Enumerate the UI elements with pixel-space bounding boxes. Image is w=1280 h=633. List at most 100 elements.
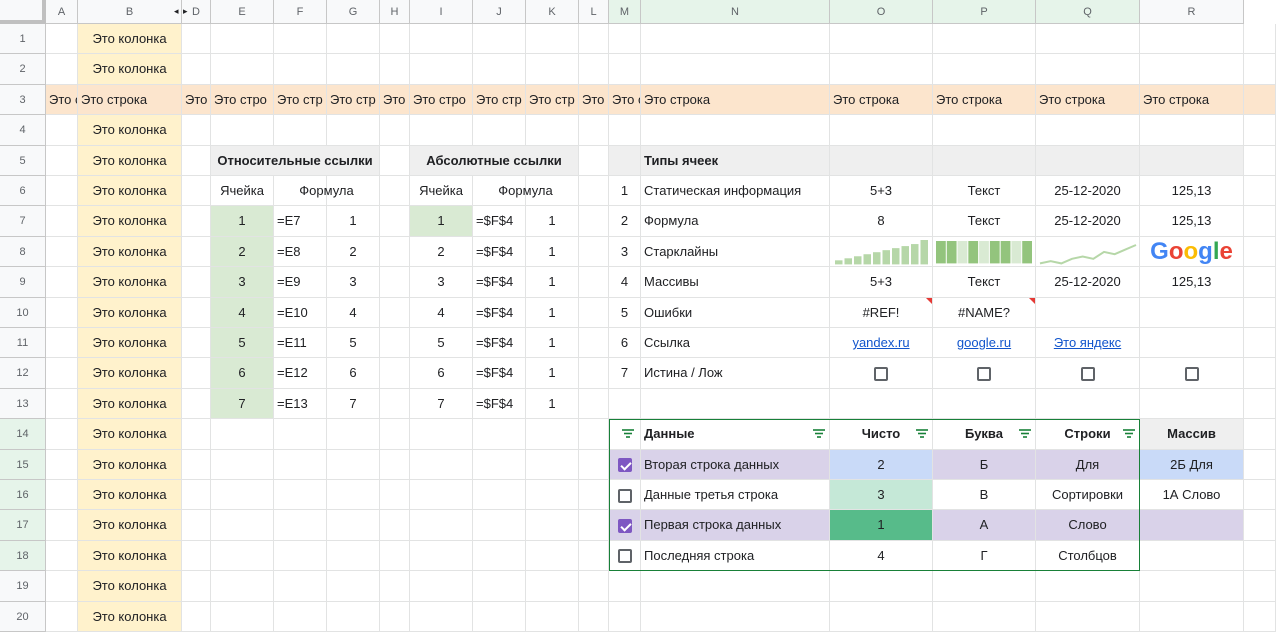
empty-cell[interactable]	[579, 176, 609, 207]
types-value[interactable]: Текст	[933, 176, 1036, 207]
empty-cell[interactable]	[327, 24, 380, 55]
empty-cell[interactable]	[410, 571, 473, 602]
empty-cell[interactable]	[327, 115, 380, 146]
empty-cell[interactable]	[380, 480, 410, 511]
empty-cell[interactable]	[1140, 601, 1244, 632]
empty-cell[interactable]	[182, 449, 211, 480]
empty-cell[interactable]	[327, 419, 380, 450]
relative-formula[interactable]: =E9	[274, 267, 327, 298]
table-filter-corner[interactable]	[609, 419, 641, 450]
types-row-label[interactable]: Истина / Лож	[641, 358, 830, 389]
absolute-formula[interactable]: =$F$4	[473, 358, 526, 389]
empty-cell[interactable]	[526, 571, 579, 602]
empty-cell[interactable]	[182, 54, 211, 85]
empty-cell[interactable]	[1140, 54, 1244, 85]
row-header-3[interactable]: 3	[0, 84, 46, 116]
types-value[interactable]: 25-12-2020	[1036, 206, 1140, 237]
empty-cell[interactable]	[46, 601, 78, 632]
empty-cell[interactable]	[327, 480, 380, 511]
sparkline-cell[interactable]	[933, 236, 1036, 268]
absolute-result[interactable]: 1	[526, 388, 579, 420]
empty-cell[interactable]	[380, 297, 410, 328]
empty-cell[interactable]	[46, 480, 78, 511]
empty-cell[interactable]	[1036, 388, 1140, 420]
types-row-label[interactable]: Массивы	[641, 267, 830, 298]
types-row-number[interactable]: 3	[609, 236, 641, 268]
checkbox[interactable]	[874, 366, 888, 381]
row-header-19[interactable]: 19	[0, 571, 46, 602]
empty-cell[interactable]	[46, 145, 78, 176]
empty-cell[interactable]	[1036, 54, 1140, 85]
empty-cell[interactable]	[182, 267, 211, 298]
empty-cell[interactable]	[274, 54, 327, 85]
empty-cell[interactable]	[182, 297, 211, 328]
types-value[interactable]: 5+3	[830, 176, 933, 207]
column-b-label[interactable]: Это колонка	[78, 449, 182, 480]
row3-label-b[interactable]: Это строка	[78, 84, 182, 116]
empty-cell[interactable]	[380, 206, 410, 237]
empty-cell[interactable]	[1244, 236, 1276, 268]
empty-cell[interactable]	[526, 115, 579, 146]
types-link[interactable]: Это яндекс	[1036, 328, 1140, 359]
empty-cell[interactable]	[46, 176, 78, 207]
table-cell-clean[interactable]: 4	[830, 540, 933, 572]
checkbox[interactable]	[977, 366, 991, 381]
types-checkbox-cell[interactable]	[933, 358, 1036, 389]
empty-cell[interactable]	[380, 388, 410, 420]
absolute-result[interactable]: 1	[526, 206, 579, 237]
empty-cell[interactable]	[274, 24, 327, 55]
row-header-10[interactable]: 10	[0, 297, 46, 328]
hidden-column-left-arrow-icon[interactable]: ◂	[174, 6, 179, 17]
empty-cell[interactable]	[526, 24, 579, 55]
empty-cell[interactable]	[1244, 24, 1276, 55]
relative-formula[interactable]: =E8	[274, 236, 327, 268]
empty-cell[interactable]	[579, 540, 609, 572]
row-checkbox[interactable]	[617, 549, 632, 564]
empty-cell[interactable]	[1244, 419, 1276, 450]
relative-formula[interactable]: =E12	[274, 358, 327, 389]
empty-cell[interactable]	[410, 601, 473, 632]
empty-cell[interactable]	[933, 388, 1036, 420]
types-value[interactable]: 125,13	[1140, 206, 1244, 237]
column-b-label[interactable]: Это колонка	[78, 540, 182, 572]
absolute-cell-value[interactable]: 3	[410, 267, 473, 298]
types-value[interactable]: 5+3	[830, 267, 933, 298]
row-header-20[interactable]: 20	[0, 601, 46, 632]
table-cell-letter[interactable]: Б	[933, 449, 1036, 480]
empty-cell[interactable]	[327, 449, 380, 480]
empty-cell[interactable]	[410, 510, 473, 541]
column-b-label[interactable]: Это колонка	[78, 267, 182, 298]
empty-cell[interactable]	[641, 601, 830, 632]
empty-cell[interactable]	[274, 510, 327, 541]
empty-cell[interactable]	[830, 601, 933, 632]
types-checkbox-cell[interactable]	[1036, 358, 1140, 389]
table-cell-data[interactable]: Первая строка данных	[641, 510, 830, 541]
table-cell-array[interactable]	[1140, 540, 1244, 572]
empty-cell[interactable]	[46, 388, 78, 420]
relative-cell-value[interactable]: 5	[211, 328, 274, 359]
empty-cell[interactable]	[1140, 24, 1244, 55]
empty-cell[interactable]	[473, 24, 526, 55]
types-row-number[interactable]: 4	[609, 267, 641, 298]
empty-cell[interactable]	[274, 571, 327, 602]
empty-cell[interactable]	[1244, 206, 1276, 237]
google-logo-cell[interactable]: Google	[1140, 236, 1244, 268]
empty-cell[interactable]	[1036, 24, 1140, 55]
empty-cell[interactable]	[410, 449, 473, 480]
relative-cell-value[interactable]: 6	[211, 358, 274, 389]
empty-cell[interactable]	[609, 388, 641, 420]
empty-cell[interactable]	[182, 145, 211, 176]
empty-cell[interactable]	[933, 601, 1036, 632]
row3-label-l[interactable]: Это с	[579, 84, 609, 116]
empty-cell[interactable]	[211, 419, 274, 450]
empty-cell[interactable]	[380, 236, 410, 268]
column-header-H[interactable]: H	[380, 0, 410, 24]
row-header-11[interactable]: 11	[0, 328, 46, 359]
empty-cell[interactable]	[274, 419, 327, 450]
column-b-label[interactable]: Это колонка	[78, 297, 182, 328]
row3-label-j[interactable]: Это стр	[473, 84, 526, 116]
types-value[interactable]: Текст	[933, 206, 1036, 237]
empty-cell[interactable]	[274, 601, 327, 632]
empty-cell[interactable]	[579, 571, 609, 602]
types-checkbox-cell[interactable]	[1140, 358, 1244, 389]
